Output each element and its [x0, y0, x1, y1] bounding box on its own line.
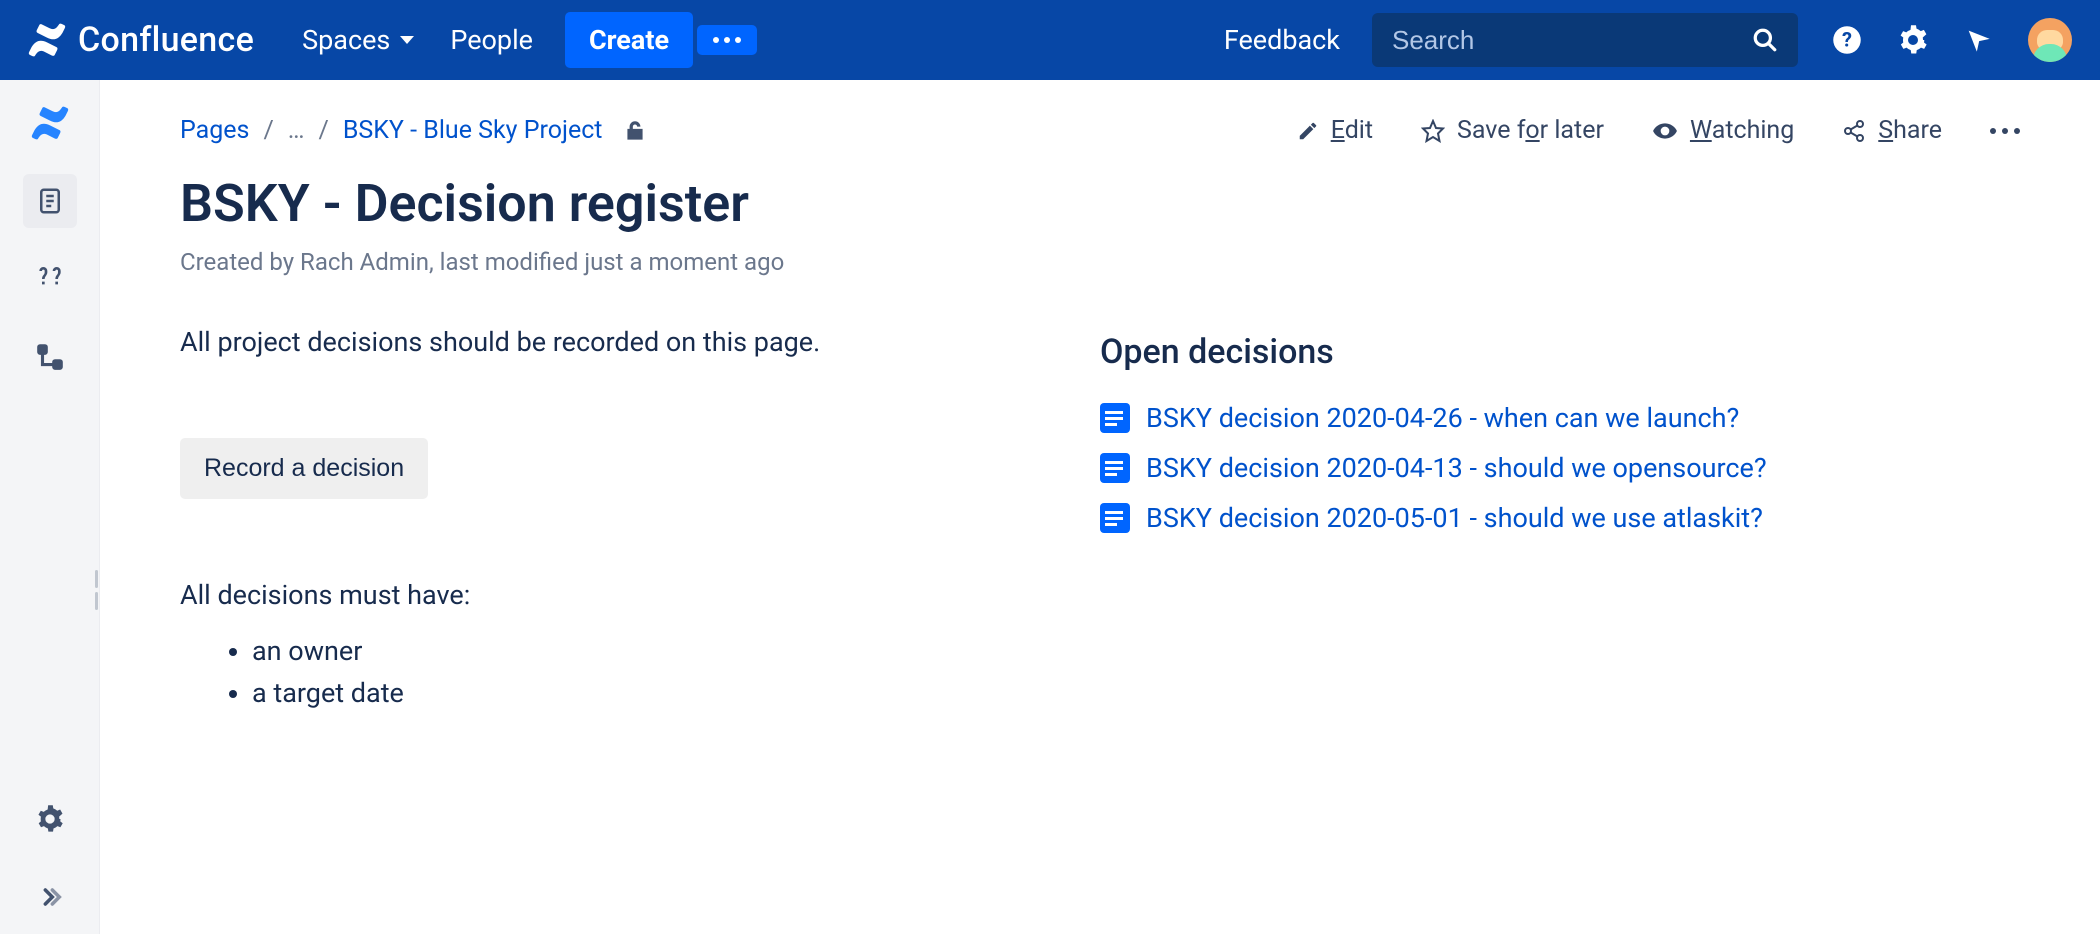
- rules-list: an owner a target date: [180, 635, 1000, 709]
- left-rail: [0, 80, 100, 934]
- nav-spaces-label: Spaces: [302, 24, 390, 56]
- save-for-later-button[interactable]: Save for later: [1421, 116, 1604, 145]
- rail-pages-icon[interactable]: [23, 174, 77, 228]
- breadcrumb-sep: /: [263, 116, 273, 145]
- page-icon: [1100, 403, 1130, 433]
- rail-tree-icon[interactable]: [23, 330, 77, 384]
- settings-icon[interactable]: [1898, 25, 1928, 55]
- product-name: Confluence: [78, 20, 254, 60]
- rail-expand-icon[interactable]: [23, 870, 77, 924]
- eye-icon: [1652, 118, 1678, 144]
- page-icon: [1100, 503, 1130, 533]
- breadcrumb-space[interactable]: BSKY - Blue Sky Project: [343, 116, 603, 145]
- rail-resize-handle[interactable]: [95, 570, 103, 610]
- feedback-link[interactable]: Feedback: [1202, 14, 1362, 66]
- watching-label: Watching: [1690, 116, 1794, 145]
- open-decisions-list: BSKY decision 2020-04-26 - when can we l…: [1100, 402, 2020, 534]
- open-decision-link[interactable]: BSKY decision 2020-04-13 - should we ope…: [1146, 452, 1767, 484]
- search-icon: [1752, 27, 1778, 53]
- rail-blog-icon[interactable]: [23, 252, 77, 306]
- help-icon[interactable]: ?: [1832, 25, 1862, 55]
- content-right-column: Open decisions BSKY decision 2020-04-26 …: [1100, 326, 2020, 719]
- open-decision-link[interactable]: BSKY decision 2020-05-01 - should we use…: [1146, 502, 1763, 534]
- ellipsis-icon: [713, 37, 741, 43]
- record-decision-button[interactable]: Record a decision: [180, 438, 428, 499]
- create-more-button[interactable]: [697, 25, 757, 55]
- page-actions: Edit Save for later Watching: [1297, 116, 2020, 145]
- rail-space-icon[interactable]: [23, 96, 77, 150]
- main-content: Pages / … / BSKY - Blue Sky Project Edit: [100, 80, 2100, 934]
- nav-people[interactable]: People: [432, 14, 551, 66]
- edit-button[interactable]: Edit: [1297, 116, 1373, 145]
- search-box[interactable]: [1372, 13, 1798, 67]
- star-icon: [1421, 119, 1445, 143]
- share-label: Share: [1878, 116, 1942, 145]
- rule-item: a target date: [252, 677, 1000, 709]
- breadcrumb-ellipsis[interactable]: …: [288, 116, 305, 145]
- feedback-label: Feedback: [1224, 24, 1340, 56]
- intro-text: All project decisions should be recorded…: [180, 326, 1000, 358]
- save-label: Save for later: [1457, 116, 1604, 145]
- open-decision-link[interactable]: BSKY decision 2020-04-26 - when can we l…: [1146, 402, 1739, 434]
- svg-text:?: ?: [1842, 27, 1852, 51]
- content-left-column: All project decisions should be recorded…: [180, 326, 1000, 719]
- share-icon: [1842, 119, 1866, 143]
- create-button-label: Create: [589, 24, 669, 56]
- watching-button[interactable]: Watching: [1652, 116, 1794, 145]
- confluence-logo-icon: [28, 21, 66, 59]
- open-decision-item[interactable]: BSKY decision 2020-04-13 - should we ope…: [1100, 452, 2020, 484]
- page-byline: Created by Rach Admin, last modified jus…: [180, 248, 2020, 276]
- open-decisions-title: Open decisions: [1100, 332, 2020, 372]
- rule-item: an owner: [252, 635, 1000, 667]
- breadcrumb: Pages / … / BSKY - Blue Sky Project: [180, 116, 648, 145]
- create-button[interactable]: Create: [565, 12, 693, 68]
- nav-spaces[interactable]: Spaces: [284, 14, 432, 66]
- share-button[interactable]: Share: [1842, 116, 1942, 145]
- profile-avatar[interactable]: [2028, 18, 2072, 62]
- restrictions-icon[interactable]: [622, 118, 648, 144]
- page-more-button[interactable]: [1990, 128, 2020, 134]
- confluence-logo[interactable]: Confluence: [28, 20, 254, 60]
- page-icon: [1100, 453, 1130, 483]
- open-decision-item[interactable]: BSKY decision 2020-05-01 - should we use…: [1100, 502, 2020, 534]
- rail-space-settings-icon[interactable]: [23, 792, 77, 846]
- edit-label: Edit: [1331, 116, 1373, 145]
- nav-people-label: People: [450, 24, 533, 56]
- open-decision-item[interactable]: BSKY decision 2020-04-26 - when can we l…: [1100, 402, 2020, 434]
- rules-intro: All decisions must have:: [180, 579, 1000, 611]
- notifications-icon[interactable]: [1964, 26, 1992, 54]
- chevron-down-icon: [400, 36, 414, 44]
- search-input[interactable]: [1392, 25, 1752, 56]
- breadcrumb-sep: /: [319, 116, 329, 145]
- pencil-icon: [1297, 120, 1319, 142]
- breadcrumb-pages[interactable]: Pages: [180, 116, 249, 145]
- top-nav: Confluence Spaces People Create Feedback…: [0, 0, 2100, 80]
- page-title: BSKY - Decision register: [180, 173, 2020, 234]
